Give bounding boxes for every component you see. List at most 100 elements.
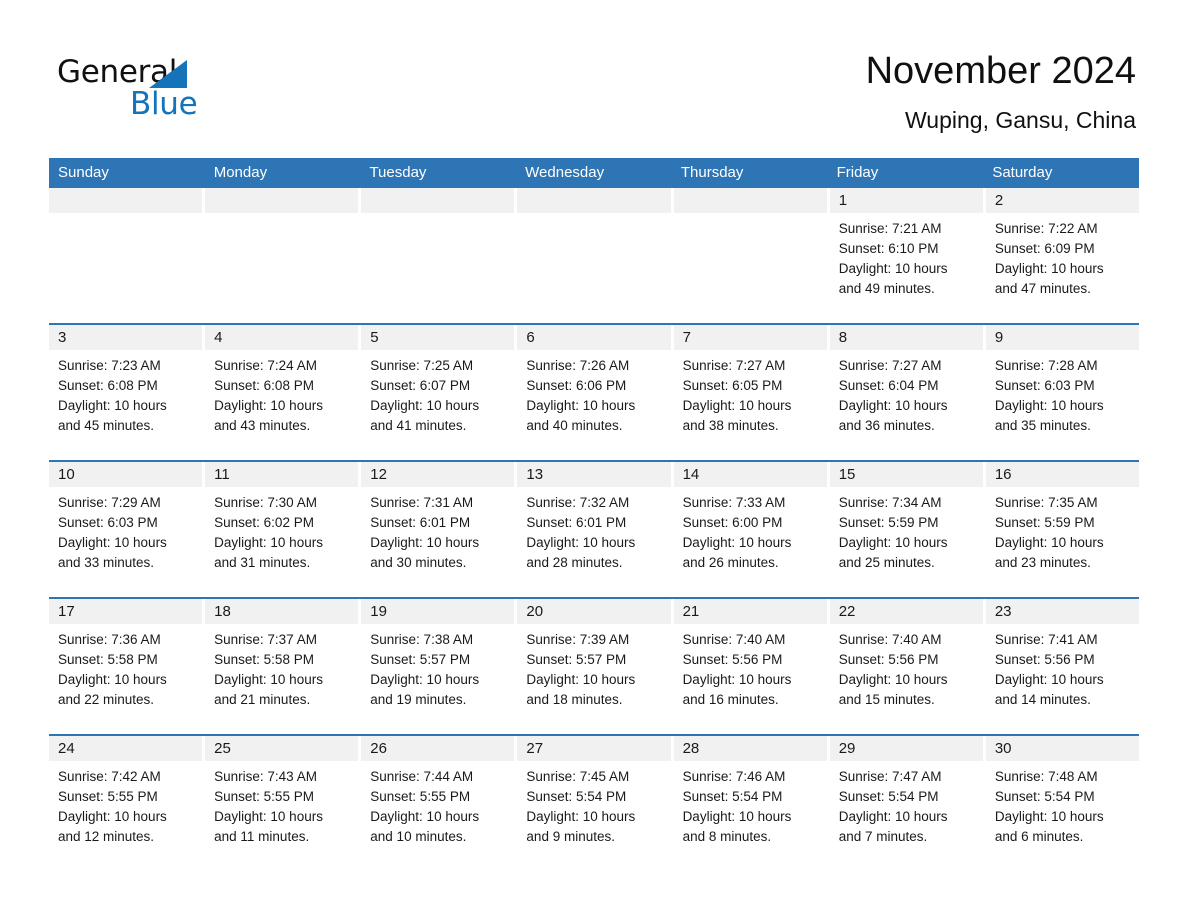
day-sunrise-text: Sunrise: 7:22 AM — [994, 221, 1098, 236]
day-number: 29 — [838, 740, 856, 757]
calendar-day-cell[interactable]: 2 Sunrise: 7:22 AM Sunset: 6:09 PM Daylight… — [985, 188, 1139, 323]
day-number-band: 2 — [985, 188, 1139, 213]
day-number: 19 — [370, 603, 387, 620]
calendar-day-cell[interactable]: 6 Sunrise: 7:26 AM Sunset: 6:06 PM Daylight… — [517, 325, 674, 460]
calendar-day-cell[interactable]: 20 Sunrise: 7:39 AM Sunset: 5:57 PM Dayligh… — [517, 599, 674, 734]
day-sun-info: Sunrise: 7:47 AM Sunset: 5:54 PM Daylight:… — [830, 761, 983, 847]
calendar-day-cell[interactable]: 12 Sunrise: 7:31 AM Sunset: 6:01 PM Dayligh… — [361, 462, 518, 597]
day-sunset-text: Sunset: 5:57 PM — [370, 652, 471, 667]
day-sunrise-text: Sunrise: 7:32 AM — [526, 495, 630, 510]
calendar-day-cell[interactable]: 4 Sunrise: 7:24 AM Sunset: 6:08 PM Daylight… — [205, 325, 362, 460]
day-sunrise-text: Sunrise: 7:29 AM — [58, 495, 161, 510]
day-sunset-text: Sunset: 5:59 PM — [994, 515, 1095, 530]
day-sun-info: Sunrise: 7:26 AM Sunset: 6:06 PM Daylight:… — [517, 350, 670, 436]
day-number: 18 — [214, 603, 231, 620]
calendar-day-cell[interactable]: 10 Sunrise: 7:29 AM Sunset: 6:03 PM Dayligh… — [49, 462, 206, 597]
day-daylight-line1-text: Daylight: 10 hours — [370, 672, 480, 687]
day-sunset-text: Sunset: 6:01 PM — [526, 515, 627, 530]
calendar-day-cell[interactable]: 19 Sunrise: 7:38 AM Sunset: 5:57 PM Dayligh… — [361, 599, 518, 734]
calendar-day-cell[interactable]: 3 Sunrise: 7:23 AM Sunset: 6:08 PM Daylight… — [49, 325, 206, 460]
day-daylight-line1-text: Daylight: 10 hours — [994, 398, 1104, 413]
day-number: 10 — [58, 466, 75, 483]
page-header: General Blue November 2024 Wuping, Gansu… — [0, 0, 1188, 158]
calendar-day-cell[interactable]: 26 Sunrise: 7:44 AM Sunset: 5:55 PM Dayligh… — [361, 736, 518, 871]
day-sunrise-text: Sunrise: 7:45 AM — [526, 769, 630, 784]
calendar-day-cell[interactable]: 16 Sunrise: 7:35 AM Sunset: 5:59 PM Dayligh… — [985, 462, 1139, 597]
day-daylight-line2-text: and 7 minutes. — [838, 829, 928, 844]
day-number-band: 29 — [829, 736, 983, 761]
day-number-band: 27 — [517, 736, 671, 761]
calendar-day-cell[interactable]: 14 Sunrise: 7:33 AM Sunset: 6:00 PM Dayligh… — [673, 462, 830, 597]
day-number-band: 5 — [361, 325, 515, 350]
calendar-day-cell-empty — [49, 188, 206, 323]
day-sunset-text: Sunset: 5:54 PM — [526, 789, 627, 804]
day-daylight-line1-text: Daylight: 10 hours — [682, 672, 792, 687]
day-number: 8 — [838, 329, 848, 346]
day-number: 3 — [58, 329, 67, 346]
day-sunrise-text: Sunrise: 7:43 AM — [214, 769, 317, 784]
day-daylight-line1-text: Daylight: 10 hours — [994, 809, 1104, 824]
calendar-day-cell[interactable]: 13 Sunrise: 7:32 AM Sunset: 6:01 PM Dayligh… — [517, 462, 674, 597]
calendar-day-cell-empty — [673, 188, 830, 323]
calendar-day-cell[interactable]: 24 Sunrise: 7:42 AM Sunset: 5:55 PM Dayligh… — [49, 736, 206, 871]
day-number-band — [673, 188, 827, 213]
calendar-day-cell[interactable]: 8 Sunrise: 7:27 AM Sunset: 6:04 PM Daylight… — [829, 325, 986, 460]
day-sunrise-text: Sunrise: 7:41 AM — [994, 632, 1098, 647]
day-sunset-text: Sunset: 6:00 PM — [682, 515, 783, 530]
day-daylight-line1-text: Daylight: 10 hours — [838, 672, 948, 687]
day-sunset-text: Sunset: 5:58 PM — [58, 652, 158, 667]
calendar-day-cell[interactable]: 7 Sunrise: 7:27 AM Sunset: 6:05 PM Daylight… — [673, 325, 830, 460]
weekday-header-thursday: Thursday — [680, 164, 744, 181]
day-sun-info: Sunrise: 7:44 AM Sunset: 5:55 PM Daylight:… — [361, 761, 514, 847]
day-daylight-line2-text: and 45 minutes. — [58, 418, 155, 433]
calendar-day-cell[interactable]: 11 Sunrise: 7:30 AM Sunset: 6:02 PM Dayligh… — [205, 462, 362, 597]
title-block: November 2024 Wuping, Gansu, China — [866, 48, 1136, 134]
calendar-day-cell[interactable]: 18 Sunrise: 7:37 AM Sunset: 5:58 PM Dayligh… — [205, 599, 362, 734]
day-number-band: 26 — [361, 736, 515, 761]
day-number: 17 — [58, 603, 75, 620]
day-number-band: 10 — [49, 462, 203, 487]
day-daylight-line2-text: and 28 minutes. — [526, 555, 623, 570]
day-sunrise-text: Sunrise: 7:40 AM — [838, 632, 942, 647]
calendar-day-cell[interactable]: 22 Sunrise: 7:40 AM Sunset: 5:56 PM Dayligh… — [829, 599, 986, 734]
day-daylight-line1-text: Daylight: 10 hours — [214, 809, 323, 824]
day-number-band: 14 — [673, 462, 827, 487]
day-daylight-line2-text: and 41 minutes. — [370, 418, 467, 433]
day-sunset-text: Sunset: 5:58 PM — [214, 652, 314, 667]
calendar-day-cell[interactable]: 1 Sunrise: 7:21 AM Sunset: 6:10 PM Daylight… — [829, 188, 986, 323]
day-number-band: 16 — [985, 462, 1139, 487]
calendar-day-cell[interactable]: 5 Sunrise: 7:25 AM Sunset: 6:07 PM Daylight… — [361, 325, 518, 460]
calendar-day-cell[interactable]: 29 Sunrise: 7:47 AM Sunset: 5:54 PM Dayligh… — [829, 736, 986, 871]
calendar-day-cell[interactable]: 27 Sunrise: 7:45 AM Sunset: 5:54 PM Dayligh… — [517, 736, 674, 871]
page-title: November 2024 — [865, 50, 1136, 92]
day-number: 7 — [682, 329, 691, 346]
day-daylight-line1-text: Daylight: 10 hours — [370, 398, 480, 413]
calendar-day-cell[interactable]: 9 Sunrise: 7:28 AM Sunset: 6:03 PM Daylight… — [985, 325, 1139, 460]
day-number: 21 — [682, 603, 700, 620]
day-sun-info: Sunrise: 7:36 AM Sunset: 5:58 PM Daylight:… — [49, 624, 202, 710]
day-number: 15 — [838, 466, 856, 483]
day-sunset-text: Sunset: 5:56 PM — [994, 652, 1095, 667]
calendar-day-cell[interactable]: 28 Sunrise: 7:46 AM Sunset: 5:54 PM Dayligh… — [673, 736, 830, 871]
calendar-day-cell[interactable]: 21 Sunrise: 7:40 AM Sunset: 5:56 PM Dayligh… — [673, 599, 830, 734]
day-number: 13 — [526, 466, 544, 483]
day-sun-info: Sunrise: 7:32 AM Sunset: 6:01 PM Daylight:… — [517, 487, 670, 573]
day-daylight-line2-text: and 22 minutes. — [58, 692, 155, 707]
day-number-band: 25 — [205, 736, 359, 761]
calendar-week-row: 24 Sunrise: 7:42 AM Sunset: 5:55 PM Dayligh… — [49, 734, 1139, 871]
day-sun-info: Sunrise: 7:43 AM Sunset: 5:55 PM Daylight:… — [205, 761, 358, 847]
day-sun-info: Sunrise: 7:21 AM Sunset: 6:10 PM Daylight:… — [830, 213, 983, 299]
calendar-day-cell[interactable]: 15 Sunrise: 7:34 AM Sunset: 5:59 PM Dayligh… — [829, 462, 986, 597]
calendar-day-cell[interactable]: 25 Sunrise: 7:43 AM Sunset: 5:55 PM Dayligh… — [205, 736, 362, 871]
day-sun-info: Sunrise: 7:38 AM Sunset: 5:57 PM Daylight:… — [361, 624, 514, 710]
day-sunset-text: Sunset: 5:55 PM — [370, 789, 471, 804]
day-sunset-text: Sunset: 5:55 PM — [58, 789, 158, 804]
calendar-day-cell[interactable]: 23 Sunrise: 7:41 AM Sunset: 5:56 PM Dayligh… — [985, 599, 1139, 734]
day-number: 16 — [994, 466, 1012, 483]
calendar-day-cell[interactable]: 30 Sunrise: 7:48 AM Sunset: 5:54 PM Dayligh… — [985, 736, 1139, 871]
general-blue-logo[interactable]: General Blue — [57, 54, 277, 124]
day-sun-info: Sunrise: 7:40 AM Sunset: 5:56 PM Daylight:… — [674, 624, 827, 710]
calendar-day-cell[interactable]: 17 Sunrise: 7:36 AM Sunset: 5:58 PM Dayligh… — [49, 599, 206, 734]
day-sunrise-text: Sunrise: 7:40 AM — [682, 632, 786, 647]
day-sunrise-text: Sunrise: 7:38 AM — [370, 632, 474, 647]
